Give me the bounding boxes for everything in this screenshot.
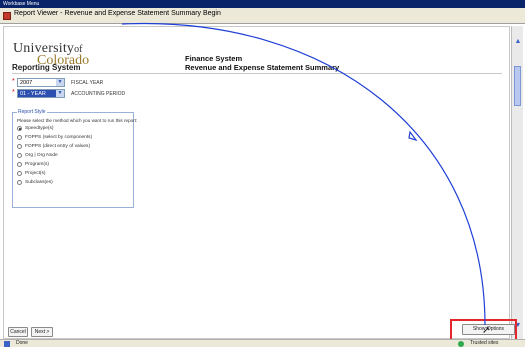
- radio-option-label: FOPPS (direct entry of values): [25, 144, 91, 149]
- report-style-legend: Report Style: [17, 109, 47, 115]
- window-titlebar: Workbase Menu: [0, 0, 525, 8]
- university-logo: Universityof Colorado: [13, 39, 89, 68]
- status-done-text: Done: [16, 340, 28, 346]
- report-style-group: Report Style Please select the method wh…: [12, 109, 138, 208]
- accounting-period-label: ACCOUNTING PERIOD: [71, 91, 126, 97]
- vertical-scrollbar[interactable]: ▲ ▼: [511, 26, 523, 339]
- report-content-pane: Universityof Colorado Reporting System F…: [3, 26, 510, 339]
- chevron-down-icon[interactable]: ▼: [56, 79, 64, 86]
- accounting-period-value: 01 - YEAR: [20, 91, 46, 97]
- chevron-down-icon[interactable]: ▼: [56, 90, 64, 97]
- required-marker: *: [12, 78, 15, 85]
- cancel-button[interactable]: Cancel: [8, 327, 28, 337]
- radio-button[interactable]: [17, 144, 22, 149]
- radio-option-label: Org | Org Node: [25, 153, 58, 158]
- next-button[interactable]: Next >: [31, 327, 53, 337]
- report-header-title: Report Viewer - Revenue and Expense Stat…: [14, 10, 221, 17]
- report-header-bar: Report Viewer - Revenue and Expense Stat…: [0, 8, 525, 24]
- finance-system-heading: Finance System: [185, 54, 243, 63]
- reporting-system-label: Reporting System: [12, 63, 81, 72]
- report-viewer-window: Workbase Menu Report Viewer - Revenue an…: [0, 0, 525, 347]
- window-title: Workbase Menu: [3, 1, 40, 7]
- radio-option-label: Project(s): [25, 171, 46, 176]
- scroll-up-icon[interactable]: ▲: [514, 38, 522, 46]
- radio-option-label: Speedtype(s): [25, 126, 54, 131]
- accounting-period-select[interactable]: 01 - YEAR ▼: [17, 89, 65, 98]
- scrollbar-thumb[interactable]: [514, 66, 521, 106]
- status-trusted-text: Trusted sites: [470, 340, 499, 346]
- radio-button-selected[interactable]: [17, 126, 22, 131]
- report-name-heading: Revenue and Expense Statement Summary: [185, 63, 340, 72]
- radio-button[interactable]: [17, 180, 22, 185]
- fiscal-year-select[interactable]: 2007 ▼: [17, 78, 65, 87]
- fiscal-year-label: FISCAL YEAR: [71, 80, 104, 86]
- radio-button[interactable]: [17, 171, 22, 176]
- required-marker: *: [12, 89, 15, 96]
- status-bar: Done Trusted sites: [0, 339, 525, 347]
- radio-option-label: Subclass(es): [25, 180, 53, 185]
- radio-button[interactable]: [17, 135, 22, 140]
- trusted-sites-icon: [458, 341, 464, 347]
- radio-option-label: Program(s): [25, 162, 49, 167]
- radio-option-label: FOPPS (select by components): [25, 135, 93, 140]
- report-app-icon: [3, 12, 11, 20]
- cursor-icon: ➚: [482, 325, 491, 336]
- header-divider: [12, 73, 502, 74]
- fiscal-year-value: 2007: [20, 80, 33, 86]
- report-style-instructions: Please select the method which you want …: [17, 118, 138, 123]
- radio-button[interactable]: [17, 153, 22, 158]
- radio-button[interactable]: [17, 162, 22, 167]
- page-icon: [4, 341, 10, 347]
